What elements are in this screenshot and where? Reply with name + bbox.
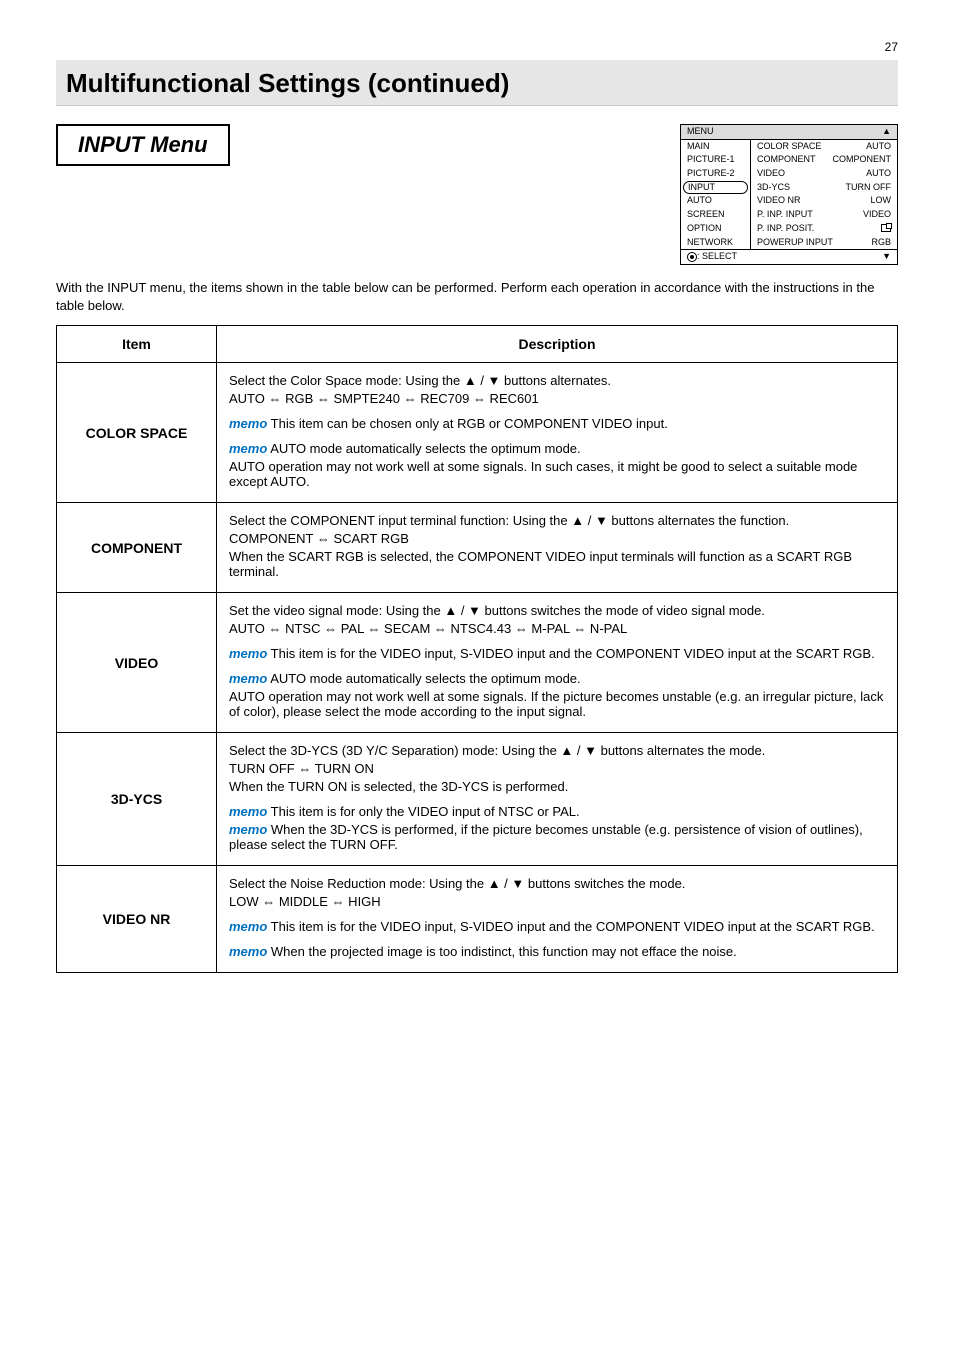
desc-sequence: COMPONENT ⇔ SCART RGB bbox=[229, 531, 885, 546]
memo-text: This item can be chosen only at RGB or C… bbox=[267, 416, 668, 431]
desc-sequence: AUTO ⇔ RGB ⇔ SMPTE240 ⇔ REC709 ⇔ REC601 bbox=[229, 391, 885, 406]
osd-left-item: PICTURE-2 bbox=[681, 167, 750, 181]
item-name: 3D-YCS bbox=[57, 733, 217, 866]
osd-setting-label: 3D-YCS bbox=[757, 182, 790, 194]
table-row: VIDEO NR Select the Noise Reduction mode… bbox=[57, 866, 898, 973]
desc-line: Select the Color Space mode: Using the ▲… bbox=[229, 373, 885, 388]
intro-paragraph: With the INPUT menu, the items shown in … bbox=[56, 279, 898, 315]
table-row: COMPONENT Select the COMPONENT input ter… bbox=[57, 503, 898, 593]
item-name: COMPONENT bbox=[57, 503, 217, 593]
item-description: Select the Color Space mode: Using the ▲… bbox=[217, 363, 898, 503]
memo-text: AUTO mode automatically selects the opti… bbox=[267, 441, 580, 456]
desc-line: Select the 3D-YCS (3D Y/C Separation) mo… bbox=[229, 743, 885, 758]
chevron-down-icon: ▼ bbox=[882, 251, 891, 263]
osd-setting-value: TURN OFF bbox=[846, 182, 892, 194]
memo-text: AUTO mode automatically selects the opti… bbox=[267, 671, 580, 686]
position-icon bbox=[881, 223, 891, 235]
chevron-up-icon: ▲ bbox=[882, 126, 891, 138]
osd-setting-label: COMPONENT bbox=[757, 154, 816, 166]
desc-sequence: AUTO ⇔ NTSC ⇔ PAL ⇔ SECAM ⇔ NTSC4.43 ⇔ M… bbox=[229, 621, 885, 636]
memo: memo This item is for the VIDEO input, S… bbox=[229, 919, 885, 934]
table-row: 3D-YCS Select the 3D-YCS (3D Y/C Separat… bbox=[57, 733, 898, 866]
osd-header-label: MENU bbox=[687, 126, 714, 138]
memo: memo This item is for only the VIDEO inp… bbox=[229, 804, 885, 819]
memo-label: memo bbox=[229, 416, 267, 431]
memo-text: This item is for the VIDEO input, S-VIDE… bbox=[267, 646, 874, 661]
memo-extra: AUTO operation may not work well at some… bbox=[229, 459, 885, 489]
osd-setting-label: P. INP. POSIT. bbox=[757, 223, 814, 235]
osd-right-column: COLOR SPACE AUTO COMPONENT COMPONENT VIDEO… bbox=[751, 140, 897, 250]
osd-left-item: AUTO bbox=[681, 194, 750, 208]
memo-text: This item is for only the VIDEO input of… bbox=[267, 804, 579, 819]
item-name: VIDEO NR bbox=[57, 866, 217, 973]
osd-left-item: OPTION bbox=[681, 222, 750, 236]
memo-label: memo bbox=[229, 671, 267, 686]
osd-left-item: MAIN bbox=[681, 140, 750, 154]
memo-label: memo bbox=[229, 944, 267, 959]
item-description: Set the video signal mode: Using the ▲ /… bbox=[217, 593, 898, 733]
memo: memo This item is for the VIDEO input, S… bbox=[229, 646, 885, 661]
memo-label: memo bbox=[229, 804, 267, 819]
osd-setting-value: LOW bbox=[870, 195, 891, 207]
memo-extra: AUTO operation may not work well at some… bbox=[229, 689, 885, 719]
memo-label: memo bbox=[229, 822, 267, 837]
memo: memo AUTO mode automatically selects the… bbox=[229, 441, 885, 456]
osd-setting-value: RGB bbox=[871, 237, 891, 249]
osd-setting-value: VIDEO bbox=[863, 209, 891, 221]
memo: memo When the 3D-YCS is performed, if th… bbox=[229, 822, 885, 852]
item-description: Select the COMPONENT input terminal func… bbox=[217, 503, 898, 593]
osd-setting-label: VIDEO NR bbox=[757, 195, 801, 207]
page-number: 27 bbox=[56, 40, 898, 54]
osd-setting-value: AUTO bbox=[866, 168, 891, 180]
osd-menu: MENU ▲ MAIN PICTURE-1 PICTURE-2 INPUT AU… bbox=[680, 124, 898, 265]
item-description: Select the 3D-YCS (3D Y/C Separation) mo… bbox=[217, 733, 898, 866]
item-name: VIDEO bbox=[57, 593, 217, 733]
table-row: VIDEO Set the video signal mode: Using t… bbox=[57, 593, 898, 733]
item-description: Select the Noise Reduction mode: Using t… bbox=[217, 866, 898, 973]
osd-footer-label: : SELECT bbox=[697, 251, 737, 261]
memo-label: memo bbox=[229, 919, 267, 934]
memo-text: When the projected image is too indistin… bbox=[267, 944, 736, 959]
osd-setting-label: P. INP. INPUT bbox=[757, 209, 813, 221]
desc-line: Set the video signal mode: Using the ▲ /… bbox=[229, 603, 885, 618]
osd-left-column: MAIN PICTURE-1 PICTURE-2 INPUT AUTO SCRE… bbox=[681, 140, 751, 250]
osd-left-item: NETWORK bbox=[681, 236, 750, 250]
page-title: Multifunctional Settings (continued) bbox=[56, 60, 898, 106]
osd-setting-label: POWERUP INPUT bbox=[757, 237, 833, 249]
desc-line: When the TURN ON is selected, the 3D-YCS… bbox=[229, 779, 885, 794]
memo-text: When the 3D-YCS is performed, if the pic… bbox=[229, 822, 863, 852]
table-row: COLOR SPACE Select the Color Space mode:… bbox=[57, 363, 898, 503]
memo-label: memo bbox=[229, 646, 267, 661]
osd-setting-value: COMPONENT bbox=[833, 154, 892, 166]
item-name: COLOR SPACE bbox=[57, 363, 217, 503]
memo-text: This item is for the VIDEO input, S-VIDE… bbox=[267, 919, 874, 934]
table-header-description: Description bbox=[217, 326, 898, 363]
memo: memo This item can be chosen only at RGB… bbox=[229, 416, 885, 431]
osd-setting-label: VIDEO bbox=[757, 168, 785, 180]
osd-footer-select: : SELECT bbox=[687, 251, 737, 263]
osd-left-item-selected: INPUT bbox=[683, 181, 748, 195]
osd-left-item: SCREEN bbox=[681, 208, 750, 222]
joystick-icon bbox=[687, 252, 697, 262]
memo: memo AUTO mode automatically selects the… bbox=[229, 671, 885, 686]
memo-label: memo bbox=[229, 441, 267, 456]
desc-sequence: LOW ⇔ MIDDLE ⇔ HIGH bbox=[229, 894, 885, 909]
desc-line: Select the Noise Reduction mode: Using t… bbox=[229, 876, 885, 891]
osd-setting-value: AUTO bbox=[866, 141, 891, 153]
desc-sequence: TURN OFF ⇔ TURN ON bbox=[229, 761, 885, 776]
osd-left-item: PICTURE-1 bbox=[681, 153, 750, 167]
table-header-item: Item bbox=[57, 326, 217, 363]
memo: memo When the projected image is too ind… bbox=[229, 944, 885, 959]
settings-table: Item Description COLOR SPACE Select the … bbox=[56, 325, 898, 973]
section-heading: INPUT Menu bbox=[56, 124, 230, 166]
desc-line: When the SCART RGB is selected, the COMP… bbox=[229, 549, 885, 579]
osd-setting-label: COLOR SPACE bbox=[757, 141, 821, 153]
desc-line: Select the COMPONENT input terminal func… bbox=[229, 513, 885, 528]
